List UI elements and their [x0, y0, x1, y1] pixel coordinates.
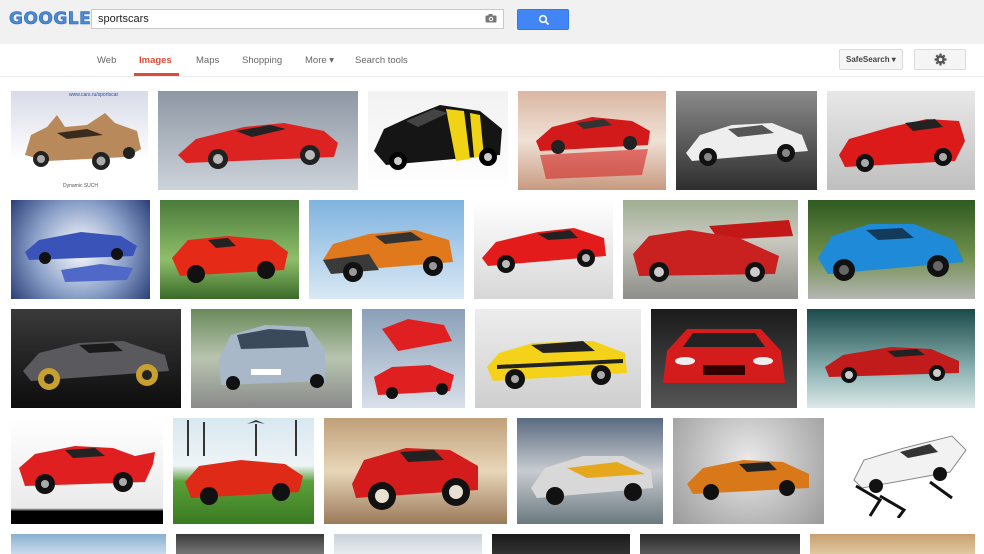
- car-image: [853, 435, 967, 518]
- tab-maps[interactable]: Maps: [196, 55, 219, 66]
- magnifier-icon: [538, 14, 550, 26]
- active-tab-indicator: [134, 73, 179, 76]
- car-image: [531, 456, 653, 505]
- image-result[interactable]: [362, 309, 465, 408]
- image-result[interactable]: [11, 418, 163, 524]
- car-image: [25, 113, 141, 170]
- car-image: [219, 325, 325, 390]
- car-image: [825, 347, 959, 383]
- image-result[interactable]: [11, 200, 150, 299]
- car-image: [172, 236, 288, 283]
- image-result[interactable]: [368, 91, 508, 190]
- car-image: [687, 460, 809, 500]
- image-result[interactable]: [11, 309, 181, 408]
- car-image: [374, 319, 454, 399]
- image-result[interactable]: [676, 91, 817, 190]
- image-result[interactable]: [191, 309, 352, 408]
- image-result[interactable]: [11, 534, 166, 554]
- image-result[interactable]: [475, 309, 641, 408]
- tab-web[interactable]: Web: [97, 55, 116, 66]
- google-logo[interactable]: GOOGLE: [9, 9, 91, 30]
- search-input[interactable]: sportscars: [91, 9, 504, 29]
- image-result[interactable]: [808, 200, 975, 299]
- palm-trees: [187, 420, 297, 456]
- image-result[interactable]: [517, 418, 663, 524]
- tab-shopping[interactable]: Shopping: [242, 55, 282, 66]
- tab-search-tools[interactable]: Search tools: [355, 55, 408, 66]
- gear-icon: [934, 53, 947, 66]
- car-image: [352, 448, 478, 510]
- car-image: [686, 123, 808, 166]
- image-result[interactable]: [309, 200, 464, 299]
- car-image: [818, 224, 964, 281]
- safesearch-label: SafeSearch ▾: [846, 55, 896, 64]
- image-result[interactable]: [492, 534, 630, 554]
- car-image: [663, 329, 785, 383]
- image-result[interactable]: [334, 534, 482, 554]
- car-image: [185, 460, 303, 505]
- camera-icon[interactable]: [485, 14, 497, 23]
- car-image: [178, 123, 338, 169]
- image-result[interactable]: Dynamic SUCH www.cars.ru/sportscar: [11, 91, 148, 190]
- image-watermark: www.cars.ru/sportscar: [69, 92, 119, 98]
- safesearch-button[interactable]: SafeSearch ▾: [839, 49, 903, 70]
- car-image: [23, 341, 169, 390]
- image-result[interactable]: [623, 200, 798, 299]
- image-result[interactable]: [651, 309, 797, 408]
- image-result[interactable]: [640, 534, 800, 554]
- search-button[interactable]: [517, 9, 569, 30]
- search-query[interactable]: sportscars: [98, 13, 149, 25]
- car-image: [487, 341, 627, 389]
- car-image: [839, 119, 965, 172]
- image-result[interactable]: [807, 309, 975, 408]
- image-result[interactable]: [518, 91, 666, 190]
- image-result[interactable]: [810, 534, 975, 554]
- image-result[interactable]: [673, 418, 824, 524]
- tab-images[interactable]: Images: [139, 55, 172, 66]
- image-caption: Dynamic SUCH: [63, 183, 99, 189]
- car-image: [323, 230, 453, 282]
- image-result[interactable]: [176, 534, 324, 554]
- top-bar: GOOGLE sportscars: [0, 0, 984, 45]
- image-result[interactable]: [160, 200, 299, 299]
- car-image: [25, 232, 137, 282]
- image-result[interactable]: [173, 418, 314, 524]
- settings-button[interactable]: [914, 49, 966, 70]
- car-image: [482, 228, 606, 273]
- image-result[interactable]: [324, 418, 507, 524]
- car-image: [633, 220, 793, 282]
- car-image: [536, 117, 650, 179]
- tab-more[interactable]: More ▾: [305, 55, 334, 66]
- search-nav: Web Images Maps Shopping More ▾ Search t…: [0, 44, 984, 77]
- car-image: [19, 446, 155, 494]
- image-result[interactable]: [834, 418, 975, 524]
- car-image: [374, 105, 502, 170]
- image-result[interactable]: [474, 200, 613, 299]
- image-result[interactable]: [158, 91, 358, 190]
- image-result[interactable]: [827, 91, 975, 190]
